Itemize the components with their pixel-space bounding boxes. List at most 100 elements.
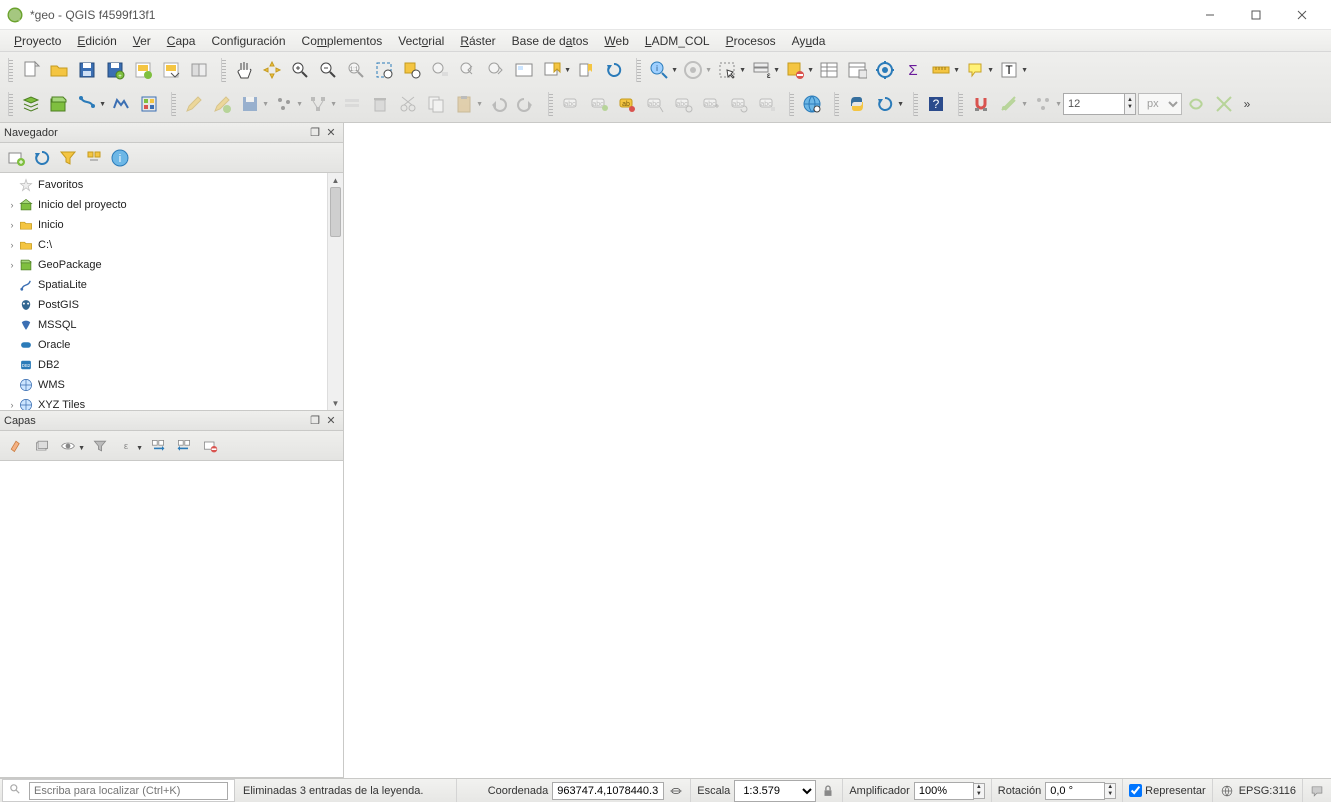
snapping-button[interactable] [967,90,995,118]
snapping-unit-select[interactable]: px [1138,93,1182,115]
browser-item-project-home[interactable]: ›Inicio del proyecto [2,195,341,215]
statistics-button[interactable]: Σ [899,56,927,84]
browser-item-spatialite[interactable]: SpatiaLite [2,275,341,295]
lock-scale-icon[interactable] [820,783,836,799]
browser-item-mssql[interactable]: MSSQL [2,315,341,335]
rotation-input[interactable] [1045,782,1105,800]
open-attribute-table-button[interactable] [815,56,843,84]
browser-panel-float-button[interactable]: ❐ [307,125,323,141]
tree-caret-icon[interactable]: › [6,200,18,210]
cut-features-button[interactable] [394,90,422,118]
browser-item-db2[interactable]: DB2DB2 [2,355,341,375]
show-hide-labels-button[interactable]: abc [669,90,697,118]
identify-button[interactable]: i▼ [645,56,673,84]
new-project-button[interactable] [17,56,45,84]
redo-button[interactable] [512,90,540,118]
browser-item-xyz[interactable]: ›XYZ Tiles [2,395,341,410]
copy-features-button[interactable] [422,90,450,118]
save-project-as-button[interactable]: + [101,56,129,84]
browser-panel-close-button[interactable]: ✕ [323,125,339,141]
select-by-value-button[interactable]: ε▼ [747,56,775,84]
menu-ladmcol[interactable]: LADM_COL [637,32,718,50]
scale-select[interactable]: 1:3.579 [734,780,816,802]
browser-refresh-button[interactable] [30,146,54,170]
browser-scrollbar[interactable]: ▲ ▼ [327,173,343,410]
toggle-extents-icon[interactable] [668,783,684,799]
window-maximize-button[interactable] [1233,0,1279,30]
modify-attributes-button[interactable] [338,90,366,118]
show-bookmarks-button[interactable] [572,56,600,84]
python-console-button[interactable] [843,90,871,118]
browser-filter-button[interactable] [56,146,80,170]
coord-input[interactable] [552,782,664,800]
help-button[interactable]: ? [922,90,950,118]
menu-procesos[interactable]: Procesos [718,32,784,50]
menu-edicion[interactable]: Edición [69,32,124,50]
messages-icon[interactable] [1309,783,1325,799]
toggle-editing-button[interactable] [180,90,208,118]
layers-filter-button[interactable] [88,434,112,458]
browser-item-star[interactable]: Favoritos [2,175,341,195]
render-checkbox[interactable] [1129,784,1142,797]
new-shapefile-button[interactable]: ▼ [73,90,101,118]
data-source-manager-button[interactable] [17,90,45,118]
menu-web[interactable]: Web [596,32,636,50]
save-layer-edits-button[interactable]: ▼ [236,90,264,118]
snapping-type-button[interactable]: ▼ [1029,90,1057,118]
new-bookmark-button[interactable]: ▼ [538,56,566,84]
layers-expand-all-button[interactable] [146,434,170,458]
measure-button[interactable]: ▼ [927,56,955,84]
snapping-tolerance-input[interactable] [1063,93,1125,115]
pan-to-selection-button[interactable] [258,56,286,84]
locator-input[interactable] [29,782,228,800]
layers-remove-button[interactable] [198,434,222,458]
highlight-pinned-labels-button[interactable]: ab [613,90,641,118]
menu-ayuda[interactable]: Ayuda [784,32,834,50]
layer-labeling-button[interactable]: abc [557,90,585,118]
browser-collapse-button[interactable] [82,146,106,170]
add-virtual-layer-button[interactable] [135,90,163,118]
zoom-in-button[interactable] [286,56,314,84]
browser-item-wms[interactable]: WMS [2,375,341,395]
processing-toolbox-button[interactable] [871,56,899,84]
toolbar-overflow-button[interactable]: » [1238,90,1256,118]
zoom-next-button[interactable] [482,56,510,84]
save-project-button[interactable] [73,56,101,84]
delete-selected-button[interactable] [366,90,394,118]
open-project-button[interactable] [45,56,73,84]
style-manager-button[interactable] [185,56,213,84]
add-feature-button[interactable] [107,90,135,118]
menu-capa[interactable]: Capa [159,32,204,50]
zoom-native-button[interactable]: 1:1 [342,56,370,84]
browser-item-folder[interactable]: ›Inicio [2,215,341,235]
window-minimize-button[interactable] [1187,0,1233,30]
magnifier-input[interactable] [914,782,974,800]
plugin-reloader-button[interactable]: ▼ [871,90,899,118]
layers-expression-filter-button[interactable]: ε▼ [114,434,138,458]
browser-item-oracle[interactable]: Oracle [2,335,341,355]
zoom-last-button[interactable] [454,56,482,84]
actions-button[interactable]: ▼ [679,56,707,84]
topological-editing-button[interactable] [1182,90,1210,118]
pan-button[interactable] [230,56,258,84]
undo-button[interactable] [484,90,512,118]
map-tips-button[interactable]: ▼ [961,56,989,84]
browser-item-postgis[interactable]: PostGIS [2,295,341,315]
menu-basededatos[interactable]: Base de datos [504,32,597,50]
layer-diagram-button[interactable]: abc [585,90,613,118]
new-map-view-button[interactable] [510,56,538,84]
crs-icon[interactable] [1219,783,1235,799]
pin-labels-button[interactable]: abc [641,90,669,118]
layers-visibility-button[interactable]: ▼ [56,434,80,458]
rotate-label-button[interactable]: abc [725,90,753,118]
field-calculator-button[interactable] [843,56,871,84]
deselect-button[interactable]: ▼ [781,56,809,84]
tree-caret-icon[interactable]: › [6,400,18,410]
add-point-feature-button[interactable]: ▼ [270,90,298,118]
menu-configuracion[interactable]: Configuración [203,32,293,50]
map-canvas[interactable] [344,123,1331,778]
tree-caret-icon[interactable]: › [6,260,18,270]
snapping-config-button[interactable]: ▼ [995,90,1023,118]
new-geopackage-button[interactable] [45,90,73,118]
layers-add-group-button[interactable] [30,434,54,458]
